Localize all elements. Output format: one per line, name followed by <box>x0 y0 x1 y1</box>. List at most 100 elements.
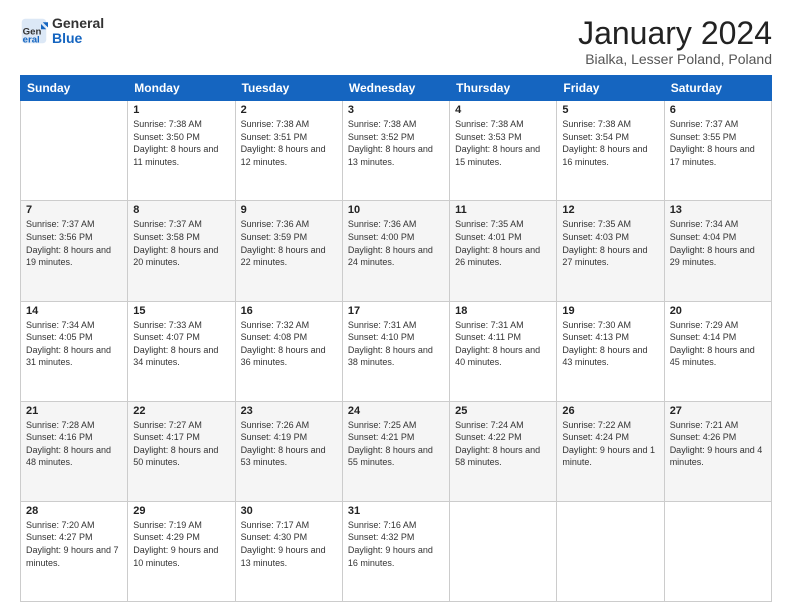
cell-info: Sunrise: 7:30 AMSunset: 4:13 PMDaylight:… <box>562 320 647 368</box>
cell-date: 28 <box>26 505 122 517</box>
svg-text:eral: eral <box>23 35 40 46</box>
calendar-page: Gen eral General Blue January 2024 Bialk… <box>0 0 792 612</box>
cell-info: Sunrise: 7:38 AMSunset: 3:52 PMDaylight:… <box>348 119 433 167</box>
cell-date: 27 <box>670 405 766 417</box>
cell-date: 11 <box>455 204 551 216</box>
calendar-cell <box>21 101 128 201</box>
calendar-cell: 16 Sunrise: 7:32 AMSunset: 4:08 PMDaylig… <box>235 301 342 401</box>
cell-date: 26 <box>562 405 658 417</box>
cell-info: Sunrise: 7:37 AMSunset: 3:58 PMDaylight:… <box>133 219 218 267</box>
calendar-cell: 2 Sunrise: 7:38 AMSunset: 3:51 PMDayligh… <box>235 101 342 201</box>
calendar-cell: 3 Sunrise: 7:38 AMSunset: 3:52 PMDayligh… <box>342 101 449 201</box>
cell-info: Sunrise: 7:35 AMSunset: 4:03 PMDaylight:… <box>562 219 647 267</box>
calendar-cell: 21 Sunrise: 7:28 AMSunset: 4:16 PMDaylig… <box>21 401 128 501</box>
cell-date: 9 <box>241 204 337 216</box>
cell-info: Sunrise: 7:31 AMSunset: 4:10 PMDaylight:… <box>348 320 433 368</box>
calendar-cell: 22 Sunrise: 7:27 AMSunset: 4:17 PMDaylig… <box>128 401 235 501</box>
day-header-tuesday: Tuesday <box>235 76 342 101</box>
logo-icon: Gen eral <box>20 17 48 45</box>
cell-info: Sunrise: 7:36 AMSunset: 3:59 PMDaylight:… <box>241 219 326 267</box>
calendar-cell <box>450 501 557 601</box>
calendar-cell: 18 Sunrise: 7:31 AMSunset: 4:11 PMDaylig… <box>450 301 557 401</box>
cell-info: Sunrise: 7:27 AMSunset: 4:17 PMDaylight:… <box>133 420 218 468</box>
cell-info: Sunrise: 7:36 AMSunset: 4:00 PMDaylight:… <box>348 219 433 267</box>
cell-date: 10 <box>348 204 444 216</box>
calendar-cell: 29 Sunrise: 7:19 AMSunset: 4:29 PMDaylig… <box>128 501 235 601</box>
cell-date: 31 <box>348 505 444 517</box>
cell-info: Sunrise: 7:38 AMSunset: 3:53 PMDaylight:… <box>455 119 540 167</box>
cell-date: 19 <box>562 305 658 317</box>
calendar-title: January 2024 <box>578 16 772 51</box>
day-header-wednesday: Wednesday <box>342 76 449 101</box>
calendar-cell: 25 Sunrise: 7:24 AMSunset: 4:22 PMDaylig… <box>450 401 557 501</box>
cell-info: Sunrise: 7:19 AMSunset: 4:29 PMDaylight:… <box>133 520 218 568</box>
calendar-cell: 23 Sunrise: 7:26 AMSunset: 4:19 PMDaylig… <box>235 401 342 501</box>
logo: Gen eral General Blue <box>20 16 104 47</box>
day-header-monday: Monday <box>128 76 235 101</box>
cell-info: Sunrise: 7:17 AMSunset: 4:30 PMDaylight:… <box>241 520 326 568</box>
calendar-location: Bialka, Lesser Poland, Poland <box>578 51 772 67</box>
cell-info: Sunrise: 7:28 AMSunset: 4:16 PMDaylight:… <box>26 420 111 468</box>
cell-date: 30 <box>241 505 337 517</box>
cell-info: Sunrise: 7:34 AMSunset: 4:04 PMDaylight:… <box>670 219 755 267</box>
calendar-cell: 13 Sunrise: 7:34 AMSunset: 4:04 PMDaylig… <box>664 201 771 301</box>
calendar-cell: 11 Sunrise: 7:35 AMSunset: 4:01 PMDaylig… <box>450 201 557 301</box>
calendar-cell: 10 Sunrise: 7:36 AMSunset: 4:00 PMDaylig… <box>342 201 449 301</box>
cell-info: Sunrise: 7:38 AMSunset: 3:51 PMDaylight:… <box>241 119 326 167</box>
header-row: SundayMondayTuesdayWednesdayThursdayFrid… <box>21 76 772 101</box>
cell-date: 6 <box>670 104 766 116</box>
cell-info: Sunrise: 7:24 AMSunset: 4:22 PMDaylight:… <box>455 420 540 468</box>
calendar-cell: 4 Sunrise: 7:38 AMSunset: 3:53 PMDayligh… <box>450 101 557 201</box>
cell-date: 20 <box>670 305 766 317</box>
header: Gen eral General Blue January 2024 Bialk… <box>20 16 772 67</box>
calendar-cell: 19 Sunrise: 7:30 AMSunset: 4:13 PMDaylig… <box>557 301 664 401</box>
cell-date: 22 <box>133 405 229 417</box>
calendar-cell: 12 Sunrise: 7:35 AMSunset: 4:03 PMDaylig… <box>557 201 664 301</box>
cell-date: 25 <box>455 405 551 417</box>
cell-date: 4 <box>455 104 551 116</box>
calendar-cell: 8 Sunrise: 7:37 AMSunset: 3:58 PMDayligh… <box>128 201 235 301</box>
calendar-cell: 14 Sunrise: 7:34 AMSunset: 4:05 PMDaylig… <box>21 301 128 401</box>
week-row-2: 7 Sunrise: 7:37 AMSunset: 3:56 PMDayligh… <box>21 201 772 301</box>
calendar-cell: 20 Sunrise: 7:29 AMSunset: 4:14 PMDaylig… <box>664 301 771 401</box>
calendar-cell: 28 Sunrise: 7:20 AMSunset: 4:27 PMDaylig… <box>21 501 128 601</box>
cell-info: Sunrise: 7:22 AMSunset: 4:24 PMDaylight:… <box>562 420 655 468</box>
calendar-cell: 26 Sunrise: 7:22 AMSunset: 4:24 PMDaylig… <box>557 401 664 501</box>
calendar-cell: 7 Sunrise: 7:37 AMSunset: 3:56 PMDayligh… <box>21 201 128 301</box>
calendar-cell: 17 Sunrise: 7:31 AMSunset: 4:10 PMDaylig… <box>342 301 449 401</box>
cell-info: Sunrise: 7:20 AMSunset: 4:27 PMDaylight:… <box>26 520 119 568</box>
week-row-5: 28 Sunrise: 7:20 AMSunset: 4:27 PMDaylig… <box>21 501 772 601</box>
cell-info: Sunrise: 7:33 AMSunset: 4:07 PMDaylight:… <box>133 320 218 368</box>
week-row-4: 21 Sunrise: 7:28 AMSunset: 4:16 PMDaylig… <box>21 401 772 501</box>
calendar-cell: 5 Sunrise: 7:38 AMSunset: 3:54 PMDayligh… <box>557 101 664 201</box>
day-header-friday: Friday <box>557 76 664 101</box>
cell-info: Sunrise: 7:21 AMSunset: 4:26 PMDaylight:… <box>670 420 763 468</box>
cell-info: Sunrise: 7:38 AMSunset: 3:54 PMDaylight:… <box>562 119 647 167</box>
cell-date: 5 <box>562 104 658 116</box>
calendar-table: SundayMondayTuesdayWednesdayThursdayFrid… <box>20 75 772 602</box>
calendar-cell <box>664 501 771 601</box>
cell-date: 23 <box>241 405 337 417</box>
cell-date: 7 <box>26 204 122 216</box>
day-header-thursday: Thursday <box>450 76 557 101</box>
logo-general-text: General <box>52 16 104 31</box>
cell-date: 17 <box>348 305 444 317</box>
calendar-cell: 15 Sunrise: 7:33 AMSunset: 4:07 PMDaylig… <box>128 301 235 401</box>
week-row-3: 14 Sunrise: 7:34 AMSunset: 4:05 PMDaylig… <box>21 301 772 401</box>
cell-info: Sunrise: 7:31 AMSunset: 4:11 PMDaylight:… <box>455 320 540 368</box>
cell-date: 2 <box>241 104 337 116</box>
cell-info: Sunrise: 7:32 AMSunset: 4:08 PMDaylight:… <box>241 320 326 368</box>
cell-date: 3 <box>348 104 444 116</box>
calendar-cell <box>557 501 664 601</box>
cell-info: Sunrise: 7:38 AMSunset: 3:50 PMDaylight:… <box>133 119 218 167</box>
week-row-1: 1 Sunrise: 7:38 AMSunset: 3:50 PMDayligh… <box>21 101 772 201</box>
cell-date: 8 <box>133 204 229 216</box>
logo-text: General Blue <box>52 16 104 47</box>
calendar-cell: 1 Sunrise: 7:38 AMSunset: 3:50 PMDayligh… <box>128 101 235 201</box>
cell-date: 29 <box>133 505 229 517</box>
cell-date: 14 <box>26 305 122 317</box>
cell-info: Sunrise: 7:37 AMSunset: 3:56 PMDaylight:… <box>26 219 111 267</box>
cell-info: Sunrise: 7:35 AMSunset: 4:01 PMDaylight:… <box>455 219 540 267</box>
calendar-cell: 9 Sunrise: 7:36 AMSunset: 3:59 PMDayligh… <box>235 201 342 301</box>
logo-blue-text: Blue <box>52 31 104 46</box>
